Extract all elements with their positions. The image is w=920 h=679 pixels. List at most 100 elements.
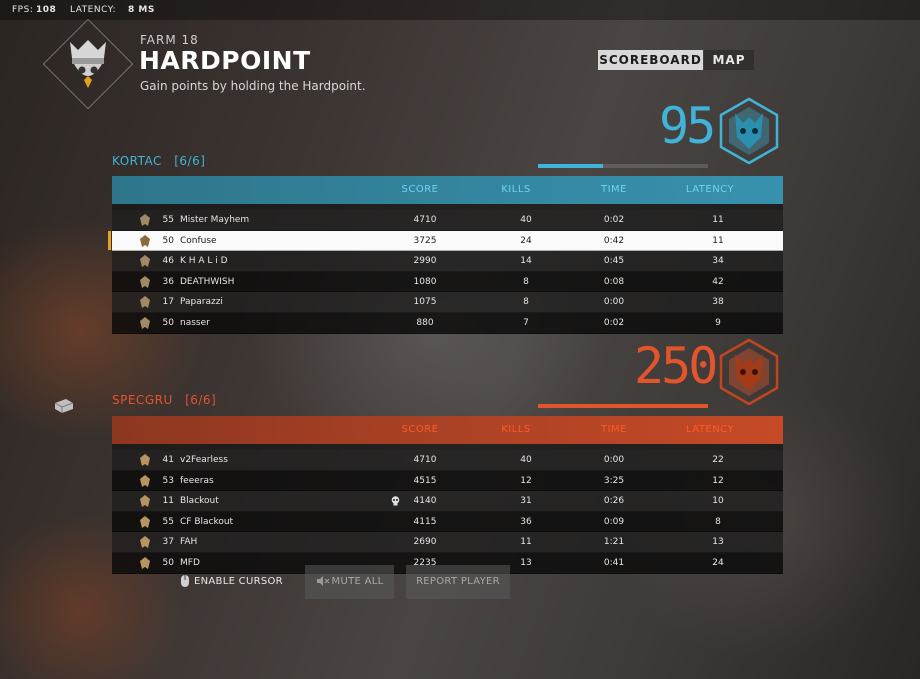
player-time: 1:21 xyxy=(603,537,625,548)
player-time: 0:02 xyxy=(603,215,625,225)
kortac-team-label: KORTAC [6/6] xyxy=(112,154,205,168)
column-header-time: TIME xyxy=(600,424,627,435)
kortac-scoreboard-table: SCORE KILLS TIME LATENCY 55 Mister Mayhem… xyxy=(108,176,783,334)
fps-label: FPS: xyxy=(12,5,34,15)
player-row[interactable]: 17 Paparazzi 1075 8 0:00 38 xyxy=(112,292,783,313)
player-time: 0:00 xyxy=(603,455,625,465)
specgru-team-name: SPECGRU xyxy=(112,393,173,407)
player-row[interactable]: 50 nasser 880 7 0:02 9 xyxy=(112,312,783,334)
game-mode-emblem xyxy=(42,18,134,110)
player-row[interactable]: 11 Blackout 4140 31 0:26 10 xyxy=(112,491,783,512)
tab-map[interactable]: MAP xyxy=(704,50,754,70)
performance-hud: FPS: 108 LATENCY: 8 MS xyxy=(0,0,920,20)
map-name: FARM 18 xyxy=(140,33,199,47)
specgru-team-score: 250 xyxy=(634,337,718,395)
player-latency: 38 xyxy=(712,297,724,308)
fps-value: 108 xyxy=(36,5,57,15)
player-score: 2690 xyxy=(413,537,437,548)
player-level: 41 xyxy=(162,455,174,465)
kortac-team-name: KORTAC xyxy=(112,154,162,168)
player-level: 50 xyxy=(162,235,174,246)
player-latency: 42 xyxy=(712,276,724,287)
player-latency: 9 xyxy=(715,317,721,328)
enable-cursor-label: ENABLE CURSOR xyxy=(194,576,283,587)
mute-all-button[interactable]: MUTE ALL xyxy=(305,565,394,599)
player-time: 0:42 xyxy=(603,235,625,246)
rank-insignia-icon xyxy=(140,275,150,288)
specgru-score-track xyxy=(538,404,708,408)
player-score: 4515 xyxy=(413,475,437,486)
player-name: nasser xyxy=(180,317,210,328)
mode-description: Gain points by holding the Hardpoint. xyxy=(140,79,366,93)
rank-insignia-icon xyxy=(140,234,150,247)
player-row[interactable]: 41 v2Fearless 4710 40 0:00 22 xyxy=(112,450,783,471)
player-kills: 40 xyxy=(520,455,532,465)
player-row[interactable]: 50 Confuse 3725 24 0:42 11 xyxy=(108,230,783,252)
player-row[interactable]: 55 CF Blackout 4115 36 0:09 8 xyxy=(112,511,783,533)
player-time: 0:00 xyxy=(603,297,625,308)
player-time: 0:26 xyxy=(603,496,625,507)
player-score: 1075 xyxy=(413,297,437,308)
player-latency: 10 xyxy=(712,496,724,507)
player-level: 46 xyxy=(162,256,174,267)
player-score: 3725 xyxy=(413,235,437,246)
player-level: 17 xyxy=(162,297,174,308)
player-kills: 31 xyxy=(520,496,532,507)
column-header-latency: LATENCY xyxy=(685,424,735,435)
specgru-team-count: [6/6] xyxy=(185,393,217,407)
player-level: 36 xyxy=(162,276,174,287)
player-latency: 13 xyxy=(712,537,724,548)
crown-skull-icon xyxy=(70,40,106,88)
mouse-icon xyxy=(181,575,189,587)
column-header-time: TIME xyxy=(600,184,627,195)
kortac-faction-icon xyxy=(719,97,779,165)
mute-all-label: MUTE ALL xyxy=(331,576,384,587)
player-name: Mister Mayhem xyxy=(180,215,250,225)
tab-scoreboard[interactable]: SCOREBOARD xyxy=(598,50,703,70)
column-header-latency: LATENCY xyxy=(685,184,735,195)
column-header-score: SCORE xyxy=(401,424,439,435)
rank-insignia-icon xyxy=(140,495,150,508)
skull-icon xyxy=(391,496,400,506)
player-kills: 8 xyxy=(523,276,529,287)
player-row[interactable]: 53 feeeras 4515 12 3:25 12 xyxy=(112,470,783,492)
player-level: 50 xyxy=(162,317,174,328)
player-score: 2990 xyxy=(413,256,437,267)
player-row[interactable]: 55 Mister Mayhem 4710 40 0:02 11 xyxy=(112,210,783,231)
player-latency: 8 xyxy=(715,516,721,527)
player-row[interactable]: 37 FAH 2690 11 1:21 13 xyxy=(112,532,783,553)
rank-insignia-icon xyxy=(140,214,150,226)
player-latency: 11 xyxy=(712,215,724,225)
player-name: Confuse xyxy=(180,235,217,246)
player-kills: 11 xyxy=(520,537,532,548)
specgru-table-header: SCORE KILLS TIME LATENCY xyxy=(112,416,783,444)
player-latency: 11 xyxy=(712,235,724,246)
player-level: 53 xyxy=(162,475,174,486)
player-score: 880 xyxy=(416,317,434,328)
player-kills: 24 xyxy=(520,235,532,246)
player-kills: 40 xyxy=(520,215,532,225)
player-name: Blackout xyxy=(180,496,219,507)
player-time: 0:41 xyxy=(603,557,625,568)
kortac-score-track xyxy=(538,164,708,168)
latency-value: 8 MS xyxy=(128,5,155,15)
rank-insignia-icon xyxy=(140,255,150,268)
enable-cursor-button[interactable]: ENABLE CURSOR xyxy=(180,565,290,599)
player-row[interactable]: 36 DEATHWISH 1080 8 0:08 42 xyxy=(112,271,783,293)
player-name: K H A L i D xyxy=(180,256,228,267)
specgru-faction-icon xyxy=(719,338,779,406)
player-score: 4140 xyxy=(413,496,437,507)
kortac-score-progress xyxy=(538,164,603,168)
player-row[interactable]: 46 K H A L i D 2990 14 0:45 34 xyxy=(112,251,783,272)
player-latency: 34 xyxy=(712,256,724,267)
player-score: 4710 xyxy=(413,215,437,225)
player-time: 0:02 xyxy=(603,317,625,328)
player-kills: 14 xyxy=(520,256,532,267)
report-player-button[interactable]: REPORT PLAYER xyxy=(406,565,510,599)
player-kills: 8 xyxy=(523,297,529,308)
player-time: 0:45 xyxy=(603,256,625,267)
player-score: 1080 xyxy=(413,276,437,287)
rank-insignia-icon xyxy=(140,316,150,329)
vehicle-icon xyxy=(54,399,74,413)
player-level: 55 xyxy=(162,215,174,225)
